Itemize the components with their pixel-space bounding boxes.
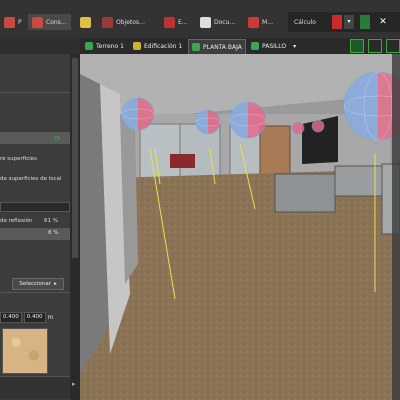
building-icon [32,16,43,28]
book-icon [248,16,259,28]
panel-scrollbar[interactable]: ▸ [70,54,80,400]
objects-icon [102,16,113,28]
building-icon [133,42,141,50]
view-room-icon[interactable] [386,39,400,53]
tab-terrain[interactable]: Terreno 1 [82,39,127,53]
calc-dropdown-icon[interactable]: ▾ [344,15,354,29]
chevron-down-icon[interactable]: ▾ [293,43,296,50]
tab-blueprint[interactable]: E… [160,14,192,30]
floor-icon [192,43,200,51]
calc-run-icon[interactable] [332,15,342,29]
dim-a-field[interactable]: 0.400 [0,311,22,323]
top-toolbar: P Cons… Objetos… E… Docu… M… Cálculo ▾ ✕ [0,0,400,39]
tab-construction[interactable]: Cons… [28,14,71,30]
tab-manual[interactable]: M… [244,14,277,30]
dim-b-field[interactable]: 0.400 [23,311,46,323]
scene-render [80,54,400,400]
panel-header [0,38,80,54]
view-floor-icon[interactable] [368,39,382,53]
terrain-icon [85,42,93,50]
tab-corridor[interactable]: PASILLO ▾ [248,39,299,53]
refresh-icon[interactable]: ⟳ [54,134,61,143]
texture-preview[interactable] [2,328,48,374]
local-surfaces-option[interactable]: de superficies de local [0,176,70,182]
3d-viewport[interactable] [80,54,400,400]
calc-section: Cálculo ▾ ✕ [288,12,400,32]
view-mode-icon[interactable] [350,39,364,53]
docs-icon [200,16,211,28]
select-button[interactable]: Seleccionar ▸ [12,278,64,290]
dimensions-row: 0.400 0.400 m [0,311,64,323]
slider-track[interactable] [0,202,70,212]
pen-icon [80,16,91,28]
surfaces-option[interactable]: re superficies [0,156,70,162]
close-icon[interactable]: ✕ [378,15,388,29]
tab-objects[interactable]: Objetos… [98,14,149,30]
view-tab-bar: Terreno 1 Edificación 1 PLANTA BAJA PASI… [80,38,400,55]
tab-draw[interactable] [76,14,95,30]
tab-building[interactable]: Edificación 1 [130,39,185,53]
divider [0,292,80,293]
unit-label: m [47,313,54,321]
calc-label: Cálculo [294,18,316,26]
left-panel: ◂ ⟳ re superficies de superficies de loc… [0,38,80,400]
panel-footer [0,376,70,399]
divider [0,92,80,93]
tab-docs[interactable]: Docu… [196,14,239,30]
check-icon[interactable] [360,15,370,29]
reflection-row: de reflexión 61 % [0,218,58,224]
chevron-right-icon: ▸ [54,281,57,287]
document-icon [4,16,15,28]
room-icon [251,42,259,50]
tab-p[interactable]: P [0,14,26,30]
blueprint-icon [164,16,175,28]
tab-ground-floor[interactable]: PLANTA BAJA [188,39,246,55]
